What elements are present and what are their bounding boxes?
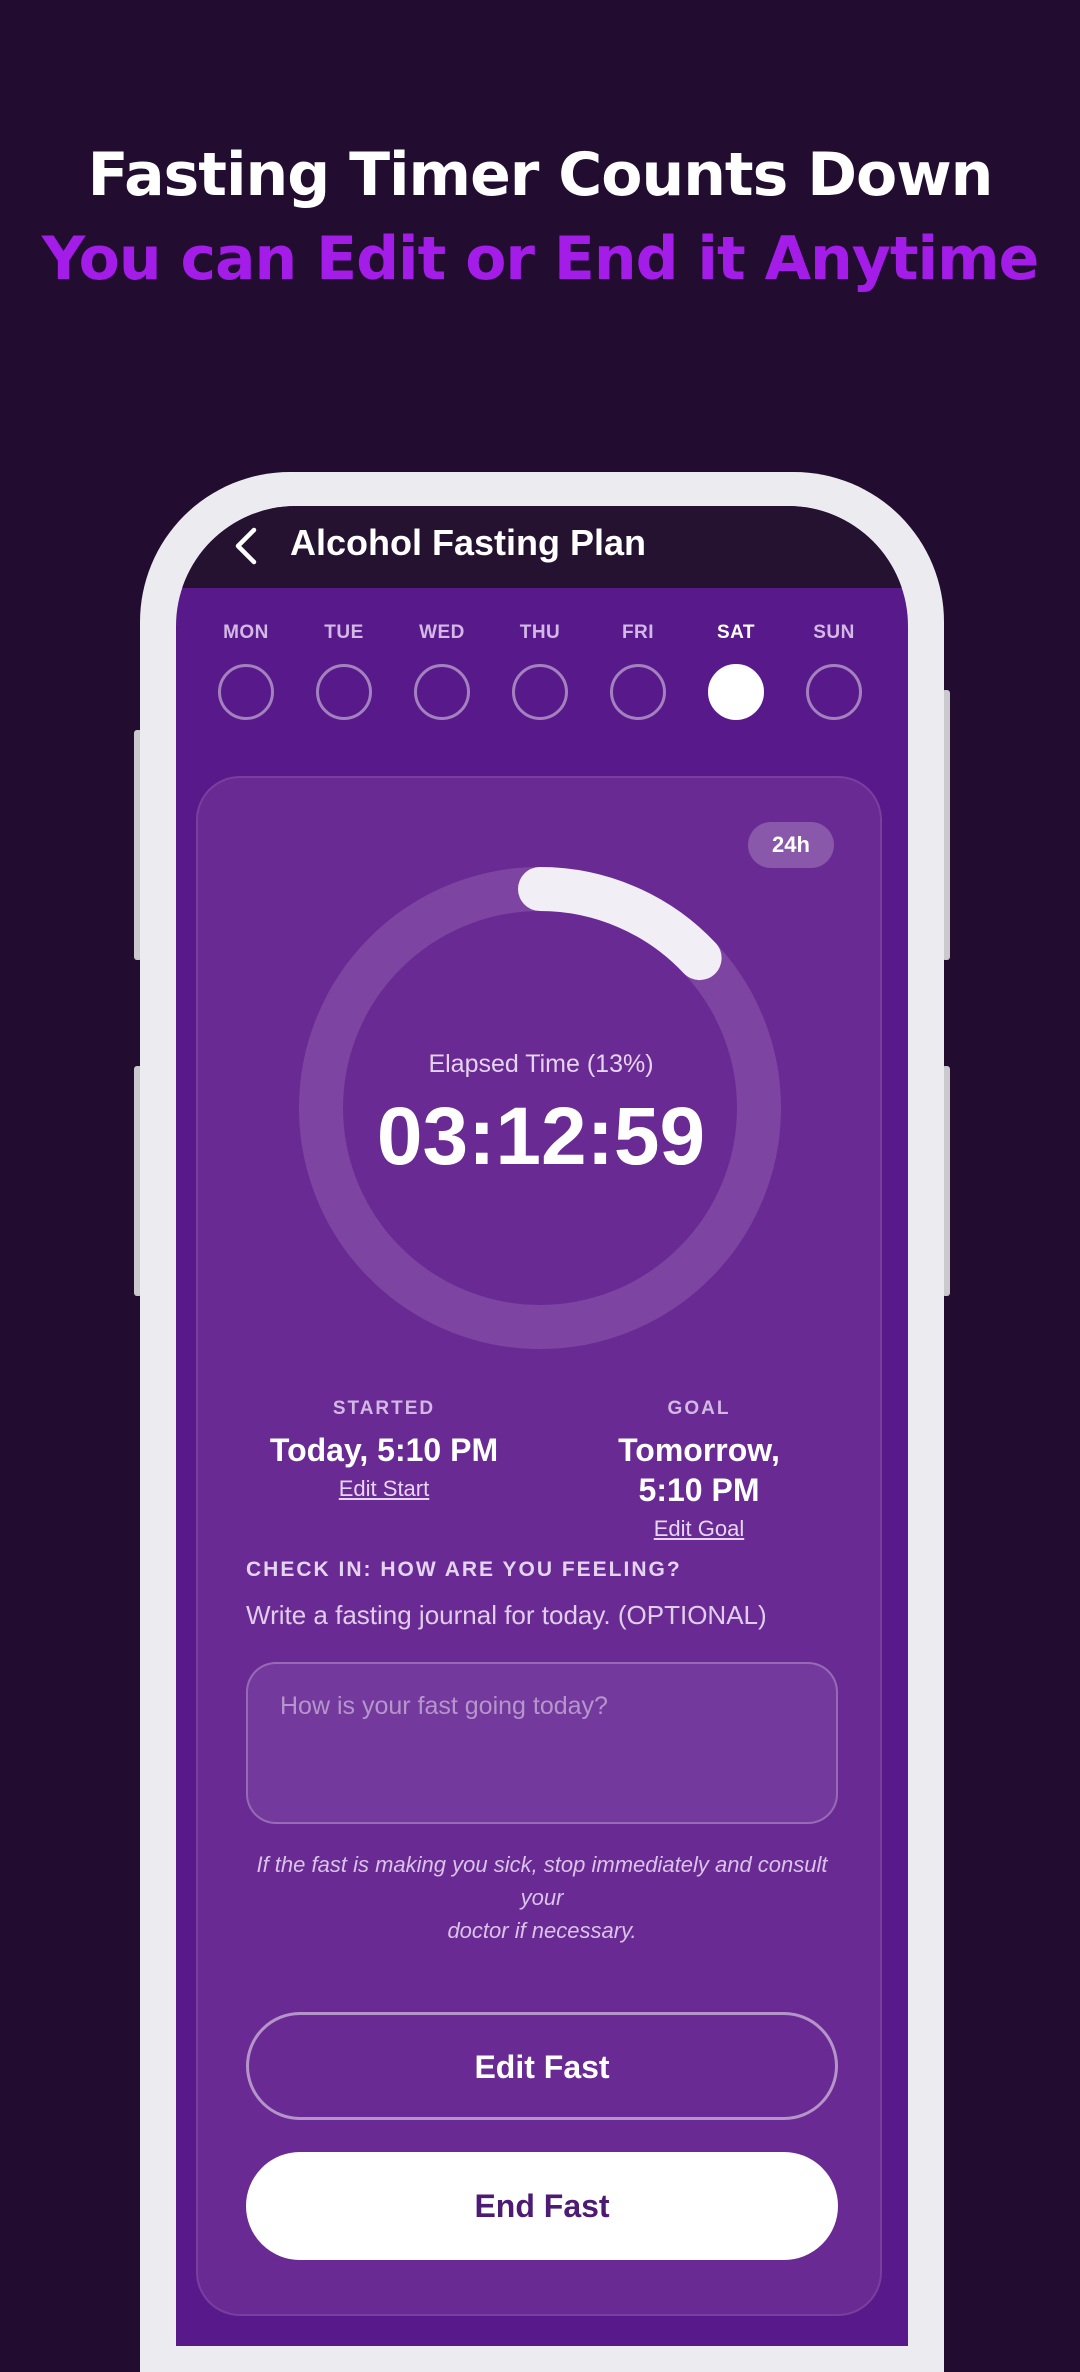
- day-indicator: [610, 664, 666, 720]
- day-fri[interactable]: FRI: [598, 622, 678, 720]
- day-indicator: [316, 664, 372, 720]
- day-indicator: [708, 664, 764, 720]
- warning-line: doctor if necessary.: [447, 1918, 637, 1943]
- checkin-title: CHECK IN: HOW ARE YOU FEELING?: [246, 1558, 682, 1581]
- journal-input[interactable]: [246, 1662, 838, 1824]
- day-label: MON: [223, 622, 269, 643]
- goal-value: Tomorrow, 5:10 PM: [618, 1432, 780, 1508]
- goal-section: GOAL Tomorrow, 5:10 PM Edit Goal: [546, 1398, 852, 1542]
- back-arrow-icon[interactable]: [228, 526, 264, 566]
- day-indicator: [512, 664, 568, 720]
- warning-line: If the fast is making you sick, stop imm…: [256, 1852, 828, 1910]
- day-indicator: [806, 664, 862, 720]
- day-wed[interactable]: WED: [402, 622, 482, 720]
- started-label: STARTED: [332, 1398, 436, 1419]
- started-value: Today, 5:10 PM: [269, 1432, 499, 1468]
- fasting-card: 24h Elapsed Time (13%) 03:12:59 STARTED …: [196, 776, 882, 2316]
- day-mon[interactable]: MON: [206, 622, 286, 720]
- promo-subheadline: You can Edit or End it Anytime: [41, 224, 1040, 294]
- app-title: Alcohol Fasting Plan: [290, 522, 647, 563]
- checkin-subtitle: Write a fasting journal for today. (OPTI…: [246, 1600, 767, 1630]
- day-label: SAT: [716, 622, 756, 643]
- health-warning: If the fast is making you sick, stop imm…: [246, 1848, 838, 1947]
- day-sun[interactable]: SUN: [794, 622, 874, 720]
- day-indicator: [218, 664, 274, 720]
- day-label: WED: [419, 622, 465, 643]
- duration-badge[interactable]: 24h: [748, 822, 834, 868]
- day-indicator: [414, 664, 470, 720]
- day-thu[interactable]: THU: [500, 622, 580, 720]
- day-sat[interactable]: SAT: [696, 622, 776, 720]
- day-label: THU: [519, 622, 561, 643]
- promo-headline: Fasting Timer Counts Down: [87, 140, 994, 210]
- day-label: SUN: [813, 622, 855, 643]
- day-tue[interactable]: TUE: [304, 622, 384, 720]
- elapsed-timer: 03:12:59: [376, 1091, 706, 1182]
- edit-fast-button[interactable]: Edit Fast: [246, 2012, 838, 2120]
- app-bar: Alcohol Fasting Plan: [176, 506, 908, 588]
- edit-start-link[interactable]: Edit Start: [339, 1476, 429, 1502]
- progress-ring-arc: [518, 867, 722, 981]
- end-fast-button[interactable]: End Fast: [246, 2152, 838, 2260]
- elapsed-label: Elapsed Time (13%): [428, 1050, 654, 1078]
- day-label: TUE: [324, 622, 364, 643]
- edit-goal-link[interactable]: Edit Goal: [654, 1516, 745, 1542]
- phone-screen: Alcohol Fasting Plan MON TUE WED THU FRI…: [176, 506, 908, 2346]
- started-section: STARTED Today, 5:10 PM Edit Start: [236, 1398, 532, 1502]
- goal-label: GOAL: [667, 1398, 731, 1419]
- day-label: FRI: [621, 622, 655, 643]
